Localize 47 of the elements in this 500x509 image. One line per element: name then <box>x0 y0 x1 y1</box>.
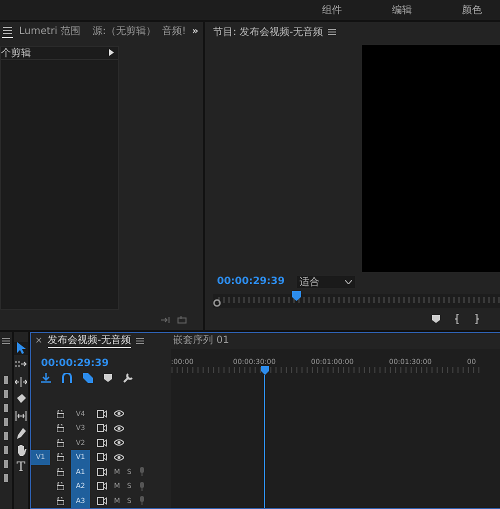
lock-icon[interactable] <box>57 482 64 490</box>
timecode[interactable]: 00:00:29:39 <box>41 358 109 368</box>
expand-icon[interactable] <box>109 49 114 56</box>
panel-tab[interactable]: 源:（无剪辑） <box>92 24 156 40</box>
overflow-button[interactable]: » <box>192 26 198 38</box>
menu-icon[interactable] <box>136 338 144 344</box>
close-tab-button[interactable]: × <box>35 336 43 346</box>
sequence-tab[interactable]: 嵌套序列 01 <box>173 333 230 348</box>
panel-tab[interactable]: Lumetri 范围 <box>19 24 81 40</box>
workspace-tab[interactable]: 组件 <box>322 2 342 17</box>
workspace-tab[interactable]: 颜色 <box>462 2 482 17</box>
mark-out-icon[interactable] <box>474 314 480 324</box>
ripple-tool[interactable] <box>14 376 28 388</box>
insert-icon[interactable] <box>161 316 171 324</box>
timecode[interactable]: 00:00:29:39 <box>217 276 285 288</box>
eye-icon[interactable] <box>114 454 124 461</box>
type-tool[interactable]: T <box>14 460 28 474</box>
zoom-dropdown[interactable]: 适合 <box>296 276 355 288</box>
eye-icon[interactable] <box>114 410 124 418</box>
marker-icon[interactable] <box>104 374 112 382</box>
panel-tab[interactable]: 音频! <box>162 24 186 40</box>
workspace-tab[interactable]: 编辑 <box>392 2 412 17</box>
lock-icon[interactable] <box>57 468 64 476</box>
lock-icon[interactable] <box>57 410 64 418</box>
playhead[interactable] <box>292 290 302 301</box>
sequence-tab[interactable]: 发布会视频-无音频 <box>48 333 132 348</box>
slip-tool[interactable] <box>14 410 28 422</box>
caret-icon <box>344 280 352 284</box>
menu-icon[interactable] <box>328 28 336 35</box>
menu-icon[interactable] <box>2 338 10 344</box>
lock-icon[interactable] <box>57 424 64 432</box>
playhead[interactable] <box>260 366 268 374</box>
marker-icon[interactable] <box>432 314 440 323</box>
eye-icon[interactable] <box>114 424 124 432</box>
zoom-handle[interactable] <box>213 298 221 307</box>
monitor-title: 节目: 发布会视频-无音频 <box>213 26 324 39</box>
wrench-icon[interactable] <box>123 372 133 382</box>
panel-menu-tab[interactable] <box>2 25 13 38</box>
snap-icon[interactable] <box>62 372 72 382</box>
eye-icon[interactable] <box>114 439 124 446</box>
lock-icon[interactable] <box>57 453 64 462</box>
lock-icon[interactable] <box>57 438 64 447</box>
list-header-label: 个剪辑 <box>1 46 31 60</box>
lock-icon[interactable] <box>57 496 64 505</box>
pen-tool[interactable] <box>14 426 28 440</box>
mark-in-icon[interactable] <box>454 314 460 324</box>
select-tool[interactable] <box>14 342 28 354</box>
